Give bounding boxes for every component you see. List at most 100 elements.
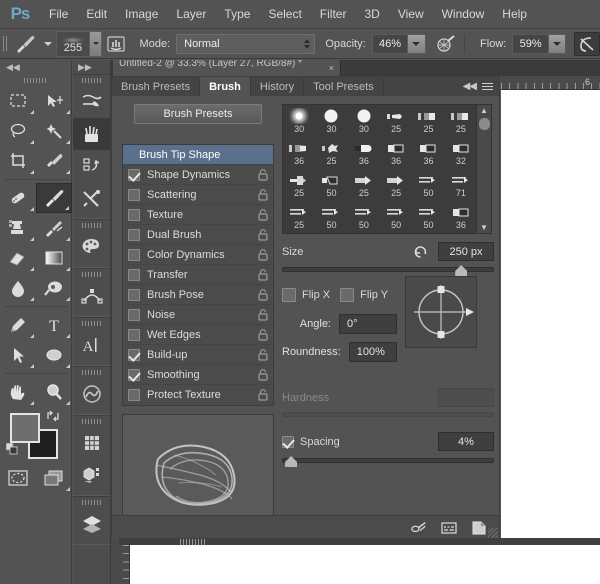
brush-tip-item[interactable]: 71: [445, 169, 477, 201]
dock-grip[interactable]: [73, 220, 110, 231]
brush-tip-item[interactable]: 30: [283, 105, 315, 137]
brush-tip-item[interactable]: 36: [445, 201, 477, 233]
tool-brush[interactable]: [36, 183, 72, 213]
brush-tip-item[interactable]: 36: [283, 137, 315, 169]
brush-grid-scrollbar[interactable]: ▲ ▼: [476, 105, 491, 233]
angle-value[interactable]: 0°: [339, 314, 397, 334]
menu-image[interactable]: Image: [116, 0, 167, 28]
brush-size-dropdown[interactable]: [90, 31, 102, 57]
dock-tool-presets-icon[interactable]: [73, 182, 111, 214]
menu-help[interactable]: Help: [493, 0, 536, 28]
reset-colors-icon[interactable]: [6, 443, 20, 457]
dock-grip[interactable]: [73, 318, 110, 329]
menu-layer[interactable]: Layer: [167, 0, 215, 28]
tool-history-brush[interactable]: [36, 213, 72, 243]
brush-tip-item[interactable]: 30: [315, 105, 347, 137]
opacity-dropdown[interactable]: [408, 34, 425, 54]
opacity-value[interactable]: 46%: [372, 34, 409, 54]
pressure-smoothing-icon[interactable]: [574, 32, 600, 56]
brush-tip-item[interactable]: 30: [348, 105, 380, 137]
checkbox[interactable]: [128, 309, 140, 321]
brush-tip-item[interactable]: 36: [348, 137, 380, 169]
open-preset-manager-icon[interactable]: [441, 520, 457, 536]
lock-icon[interactable]: [258, 209, 268, 221]
checkbox[interactable]: [128, 229, 140, 241]
flip-y-checkbox-group[interactable]: Flip Y: [340, 288, 388, 302]
tool-quick-mask[interactable]: [0, 463, 36, 493]
brush-tip-item[interactable]: 25: [380, 169, 412, 201]
brush-presets-button[interactable]: Brush Presets: [134, 104, 262, 124]
option-noise[interactable]: Noise: [123, 305, 273, 325]
tool-ellipse-shape[interactable]: [36, 340, 72, 370]
tab-tool-presets[interactable]: Tool Presets: [304, 77, 384, 96]
lock-icon[interactable]: [258, 309, 268, 321]
brush-preset-dropdown[interactable]: [41, 28, 56, 59]
option-wet-edges[interactable]: Wet Edges: [123, 325, 273, 345]
tool-hand[interactable]: [0, 377, 36, 407]
spacing-checkbox-group[interactable]: Spacing: [282, 436, 340, 448]
tool-blur[interactable]: [0, 273, 36, 303]
tool-gradient[interactable]: [36, 243, 72, 273]
dock-swatches-grid-icon[interactable]: [73, 427, 111, 459]
checkbox[interactable]: [128, 329, 140, 341]
checkbox[interactable]: [128, 189, 140, 201]
lock-icon[interactable]: [258, 229, 268, 241]
lock-icon[interactable]: [258, 249, 268, 261]
dock-layers-icon[interactable]: [73, 508, 111, 540]
dock-grip[interactable]: [73, 269, 110, 280]
flip-y-checkbox[interactable]: [340, 288, 354, 302]
option-color-dynamics[interactable]: Color Dynamics: [123, 245, 273, 265]
document-tab[interactable]: Untitled-2 @ 33.3% (Layer 27, RGB/8#) * …: [113, 60, 341, 76]
tool-eyedropper[interactable]: [36, 146, 72, 176]
scroll-up-icon[interactable]: ▲: [480, 105, 488, 116]
document-canvas[interactable]: [501, 90, 600, 584]
dock-grip[interactable]: [73, 497, 110, 508]
dock-character-icon[interactable]: A: [73, 329, 111, 361]
flip-x-checkbox[interactable]: [282, 288, 296, 302]
menu-3d[interactable]: 3D: [355, 0, 388, 28]
document-canvas-lower[interactable]: [130, 545, 600, 584]
checkbox[interactable]: [128, 249, 140, 261]
flip-x-checkbox-group[interactable]: Flip X: [282, 288, 330, 302]
brush-tip-item[interactable]: 25: [315, 137, 347, 169]
menu-select[interactable]: Select: [259, 0, 310, 28]
panel-resize-handle[interactable]: [488, 528, 498, 538]
toolbar-collapse-icon[interactable]: ◀◀: [0, 60, 71, 74]
dock-grip[interactable]: [73, 75, 110, 86]
brush-tip-item[interactable]: 32: [445, 137, 477, 169]
brush-tip-item[interactable]: 50: [315, 201, 347, 233]
toolbar-grip[interactable]: [0, 74, 71, 86]
option-texture[interactable]: Texture: [123, 205, 273, 225]
tool-pen[interactable]: [0, 310, 36, 340]
dock-color-palette-icon[interactable]: [73, 231, 111, 263]
scrollbar-thumb[interactable]: [479, 118, 490, 130]
option-smoothing[interactable]: Smoothing: [123, 365, 273, 385]
foreground-color-swatch[interactable]: [10, 413, 40, 443]
tool-eraser[interactable]: [0, 243, 36, 273]
tab-brush[interactable]: Brush: [200, 77, 251, 96]
checkbox[interactable]: [128, 289, 140, 301]
tablet-pressure-icon[interactable]: [102, 28, 129, 59]
menu-edit[interactable]: Edit: [77, 0, 116, 28]
menu-view[interactable]: View: [389, 0, 433, 28]
tool-lasso[interactable]: [0, 116, 36, 146]
option-shape-dynamics[interactable]: Shape Dynamics: [123, 165, 273, 185]
tool-path-selection[interactable]: [0, 340, 36, 370]
brush-tip-item[interactable]: 25: [380, 105, 412, 137]
spacing-checkbox[interactable]: [282, 436, 294, 448]
menu-file[interactable]: File: [40, 0, 77, 28]
brush-tip-item[interactable]: 50: [380, 201, 412, 233]
tool-move[interactable]: [36, 86, 72, 116]
lock-icon[interactable]: [258, 349, 268, 361]
flow-value[interactable]: 59%: [512, 34, 549, 54]
option-build-up[interactable]: Build-up: [123, 345, 273, 365]
dock-history-icon[interactable]: [73, 150, 111, 182]
dock-creative-cloud-icon[interactable]: [73, 378, 111, 410]
brush-tip-item[interactable]: 25: [348, 169, 380, 201]
tool-screen-mode[interactable]: [36, 463, 72, 493]
checkbox[interactable]: [128, 269, 140, 281]
brush-size-preview[interactable]: 255: [56, 31, 91, 57]
tool-rectangular-marquee[interactable]: [0, 86, 36, 116]
lock-icon[interactable]: [258, 329, 268, 341]
tab-brush-presets[interactable]: Brush Presets: [112, 77, 200, 96]
